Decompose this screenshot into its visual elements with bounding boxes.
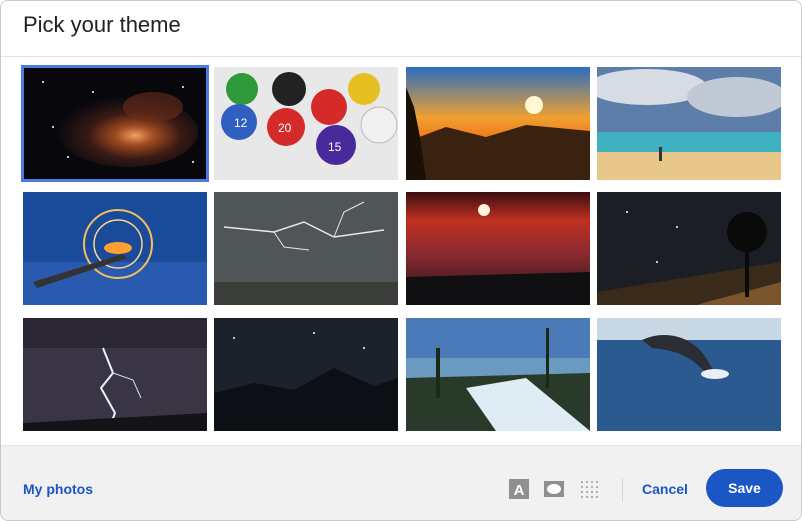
svg-text:15: 15 <box>328 140 342 154</box>
svg-text:A: A <box>514 482 525 499</box>
theme-picker-dialog: Pick your theme 12 20 15 My photos A Can… <box>0 0 802 521</box>
red-sunset-sea-thumbnail[interactable] <box>406 192 590 305</box>
dice-thumbnail[interactable]: 12 20 15 <box>214 67 398 180</box>
milky-way-tree-thumbnail[interactable] <box>597 192 781 305</box>
night-mountains-thumbnail[interactable] <box>214 318 398 431</box>
lightning-strike-thumbnail[interactable] <box>23 318 207 431</box>
whale-breach-thumbnail[interactable] <box>597 318 781 431</box>
galaxy-nebula-thumbnail[interactable] <box>21 65 209 182</box>
footer-divider <box>622 478 623 502</box>
vignette-icon[interactable] <box>543 478 565 500</box>
sunset-valley-thumbnail[interactable] <box>406 67 590 180</box>
dialog-footer: My photos A Cancel Save <box>1 445 801 520</box>
svg-text:20: 20 <box>278 121 292 135</box>
my-photos-link[interactable]: My photos <box>23 481 93 497</box>
dialog-header: Pick your theme <box>1 1 801 57</box>
cancel-button[interactable]: Cancel <box>642 481 688 497</box>
beach-thumbnail[interactable] <box>597 67 781 180</box>
lightning-sky-thumbnail[interactable] <box>214 192 398 305</box>
waterfall-lake-thumbnail[interactable] <box>406 318 590 431</box>
theme-grid[interactable]: 12 20 15 <box>1 57 801 445</box>
text-color-icon[interactable]: A <box>508 478 530 500</box>
save-button[interactable]: Save <box>706 469 783 507</box>
blur-icon[interactable] <box>578 478 600 500</box>
dialog-title: Pick your theme <box>23 12 181 37</box>
svg-text:12: 12 <box>234 116 248 130</box>
steel-wool-pier-thumbnail[interactable] <box>23 192 207 305</box>
